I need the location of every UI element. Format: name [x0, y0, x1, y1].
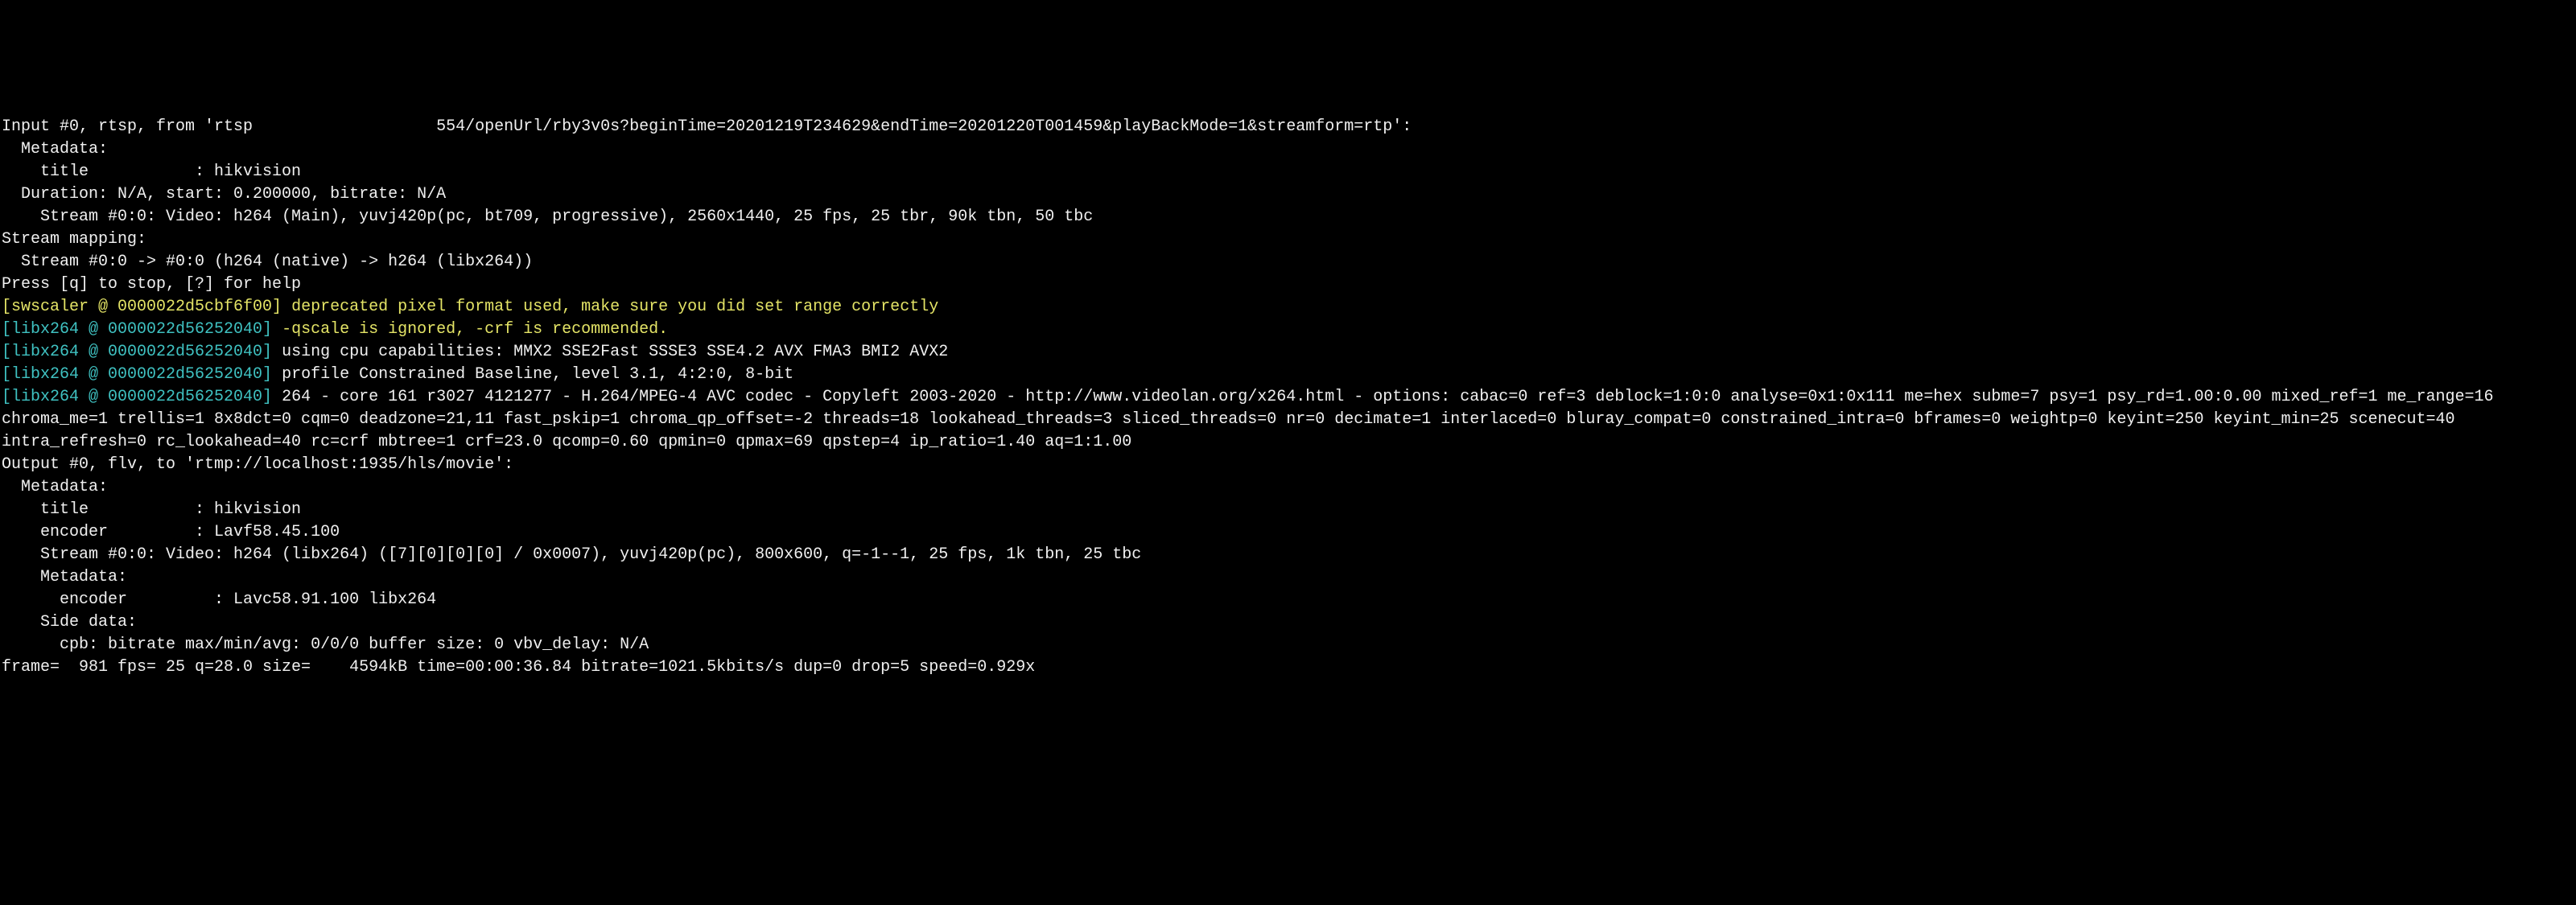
libx264-tag: [libx264 @ 0000022d56252040] [2, 320, 272, 339]
output-line: Metadata: [2, 138, 2574, 161]
libx264-tag: [libx264 @ 0000022d56252040] [2, 343, 272, 361]
libx264-tag: [libx264 @ 0000022d56252040] [2, 388, 272, 406]
output-line: Stream #0:0: Video: h264 (Main), yuvj420… [2, 206, 2574, 228]
libx264-msg-warn: -qscale is ignored, -crf is recommended. [272, 320, 668, 339]
swscaler-msg: deprecated pixel format used, make sure … [282, 298, 938, 316]
libx264-tag: [libx264 @ 0000022d56252040] [2, 365, 272, 384]
output-line-libx264: [libx264 @ 0000022d56252040] using cpu c… [2, 341, 2574, 364]
output-line: Metadata: [2, 566, 2574, 589]
output-line: Metadata: [2, 476, 2574, 499]
terminal-output: Input #0, rtsp, from 'rtsp 554/openUrl/r… [0, 113, 2576, 682]
output-line: encoder : Lavc58.91.100 libx264 [2, 589, 2574, 611]
output-line: Side data: [2, 611, 2574, 634]
output-line: Stream mapping: [2, 228, 2574, 251]
output-line: title : hikvision [2, 161, 2574, 183]
libx264-msg: 264 - core 161 r3027 4121277 - H.264/MPE… [2, 388, 2504, 451]
output-line: cpb: bitrate max/min/avg: 0/0/0 buffer s… [2, 634, 2574, 656]
output-line: title : hikvision [2, 499, 2574, 521]
libx264-msg: using cpu capabilities: MMX2 SSE2Fast SS… [272, 343, 948, 361]
output-line: Duration: N/A, start: 0.200000, bitrate:… [2, 183, 2574, 206]
output-line: Input #0, rtsp, from 'rtsp 554/openUrl/r… [2, 116, 2574, 138]
output-line: Stream #0:0 -> #0:0 (h264 (native) -> h2… [2, 251, 2574, 274]
output-line-libx264-options: [libx264 @ 0000022d56252040] 264 - core … [2, 386, 2574, 454]
libx264-msg: profile Constrained Baseline, level 3.1,… [272, 365, 793, 384]
output-line: encoder : Lavf58.45.100 [2, 521, 2574, 544]
swscaler-tag: [swscaler @ 0000022d5cbf6f00] [2, 298, 282, 316]
output-line-libx264: [libx264 @ 0000022d56252040] -qscale is … [2, 319, 2574, 341]
output-line-warning: [swscaler @ 0000022d5cbf6f00] deprecated… [2, 296, 2574, 319]
output-line: Stream #0:0: Video: h264 (libx264) ([7][… [2, 544, 2574, 566]
output-line: Press [q] to stop, [?] for help [2, 274, 2574, 296]
output-line-libx264: [libx264 @ 0000022d56252040] profile Con… [2, 364, 2574, 386]
output-line: Output #0, flv, to 'rtmp://localhost:193… [2, 454, 2574, 476]
output-line-progress: frame= 981 fps= 25 q=28.0 size= 4594kB t… [2, 656, 2574, 679]
